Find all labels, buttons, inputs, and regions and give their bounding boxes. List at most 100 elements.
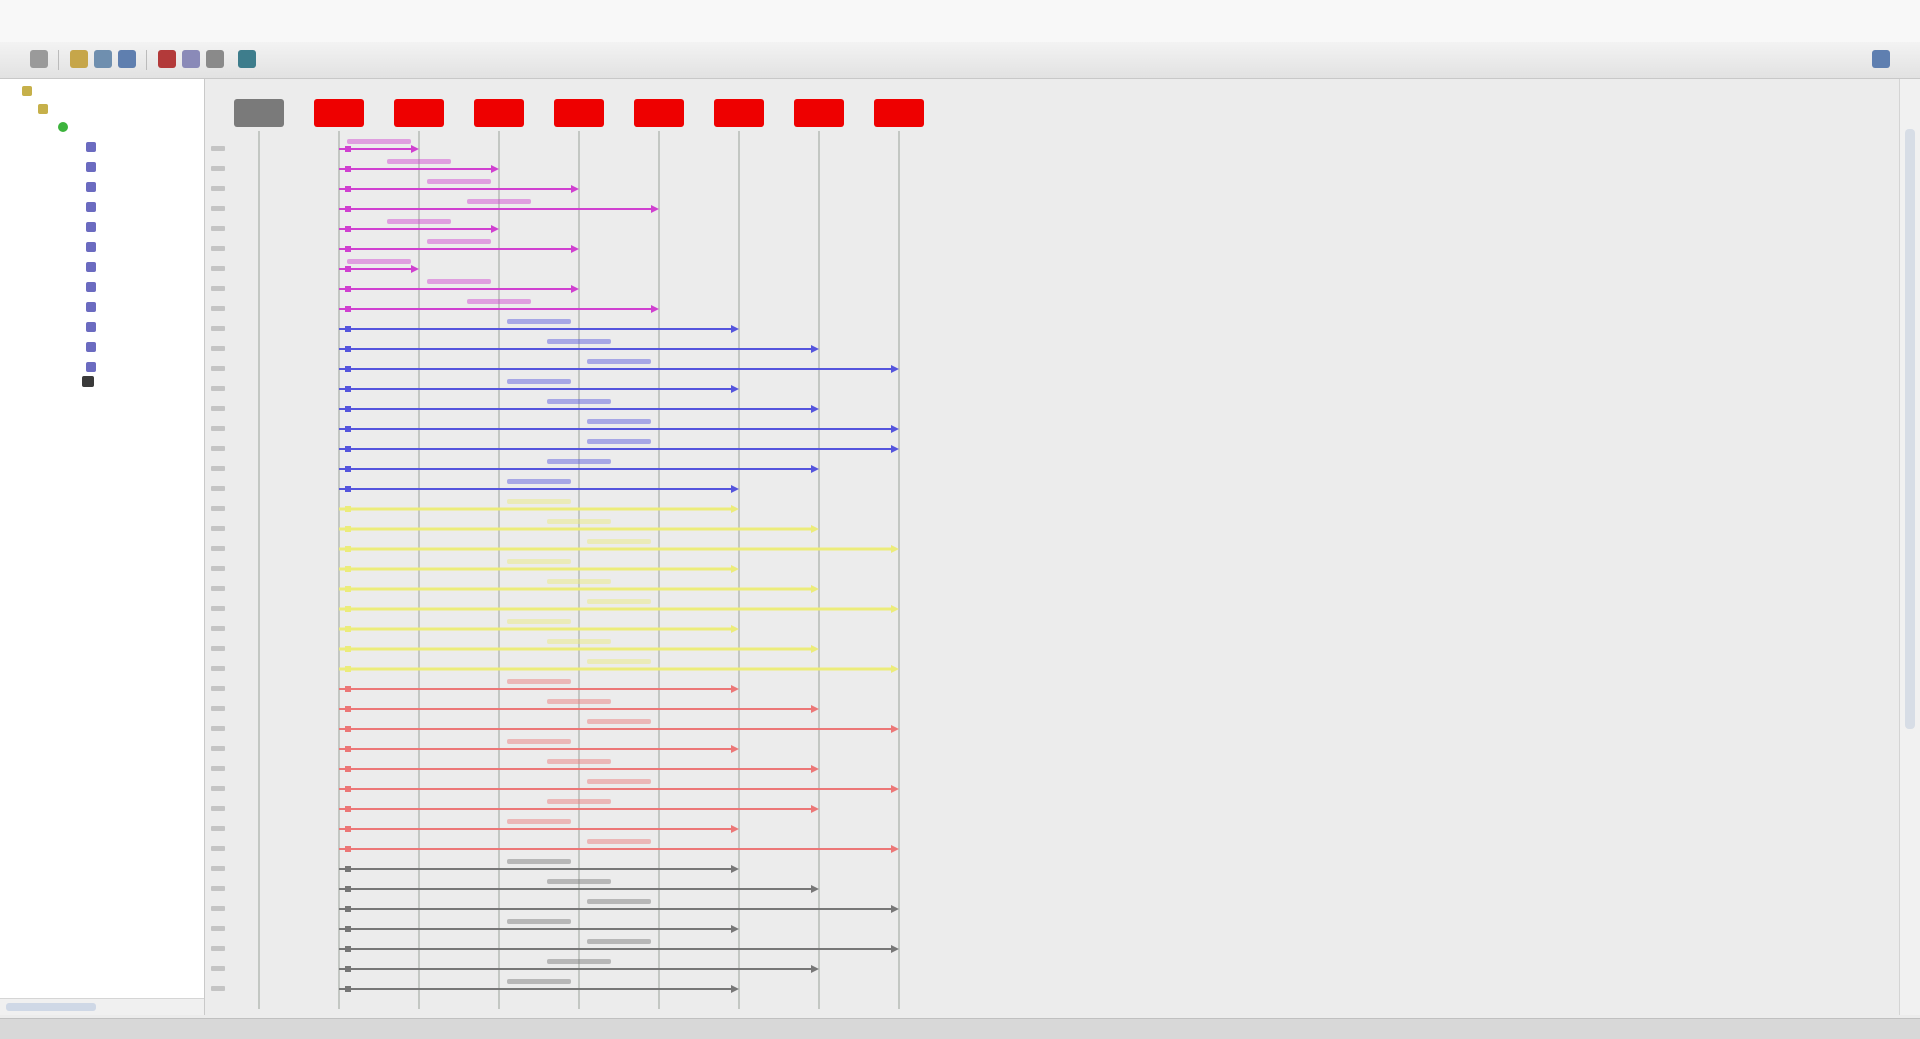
participant-header[interactable] <box>794 99 844 127</box>
message-label <box>387 159 451 164</box>
tree-item[interactable] <box>86 341 101 357</box>
row-number <box>211 226 225 231</box>
message-label <box>547 799 611 804</box>
message-start-marker <box>345 246 351 252</box>
pause-icon[interactable] <box>182 50 200 68</box>
message-start-marker <box>345 426 351 432</box>
row-number <box>211 986 225 991</box>
arrow-head <box>891 425 899 433</box>
message-label <box>427 239 491 244</box>
print-icon[interactable] <box>118 50 136 68</box>
folder-icon[interactable] <box>70 50 88 68</box>
tree-item[interactable] <box>86 161 101 177</box>
folder-icon <box>22 86 32 96</box>
diagram-vertical-scrollbar[interactable] <box>1899 79 1920 1015</box>
user-icon[interactable] <box>1872 50 1890 68</box>
row-number <box>211 366 225 371</box>
scrollbar-thumb[interactable] <box>1905 129 1915 729</box>
row-number <box>211 966 225 971</box>
row-number <box>211 446 225 451</box>
tree-item[interactable] <box>86 221 101 237</box>
message-start-marker <box>345 226 351 232</box>
stop-icon[interactable] <box>158 50 176 68</box>
message-start-marker <box>345 926 351 932</box>
row-number <box>211 266 225 271</box>
tree-child[interactable] <box>38 103 53 119</box>
scrollbar-thumb[interactable] <box>6 1003 96 1011</box>
message-label <box>467 199 531 204</box>
message-label <box>587 899 651 904</box>
participant-header[interactable] <box>554 99 604 127</box>
arrow-head <box>731 325 739 333</box>
message-icon <box>86 162 96 172</box>
message-start-marker <box>345 266 351 272</box>
message-icon <box>86 182 96 192</box>
settings-icon[interactable] <box>206 50 224 68</box>
message-label <box>587 599 651 604</box>
message-start-marker <box>345 546 351 552</box>
message-label <box>587 359 651 364</box>
export-icon[interactable] <box>238 50 256 68</box>
tree-item[interactable] <box>86 181 101 197</box>
message-label <box>507 379 571 384</box>
arrow-head <box>811 965 819 973</box>
tree-item-selected[interactable] <box>82 374 94 390</box>
message-label <box>507 859 571 864</box>
arrow-head <box>651 205 659 213</box>
row-number <box>211 526 225 531</box>
arrow-head <box>411 145 419 153</box>
message-start-marker <box>345 666 351 672</box>
row-number <box>211 886 225 891</box>
tree-item[interactable] <box>86 301 101 317</box>
participant-header[interactable] <box>874 99 924 127</box>
save-icon[interactable] <box>94 50 112 68</box>
message-label <box>427 179 491 184</box>
message-label <box>547 579 611 584</box>
arrow-head <box>891 605 899 613</box>
tree-item[interactable] <box>86 141 101 157</box>
tree-item[interactable] <box>86 261 101 277</box>
actor-header[interactable] <box>234 99 284 127</box>
tree-item[interactable] <box>86 241 101 257</box>
arrow-head <box>811 705 819 713</box>
participant-header[interactable] <box>394 99 444 127</box>
participant-header[interactable] <box>714 99 764 127</box>
message-start-marker <box>345 866 351 872</box>
row-number <box>211 666 225 671</box>
row-number <box>211 486 225 491</box>
message-label <box>547 759 611 764</box>
participant-header[interactable] <box>474 99 524 127</box>
message-icon <box>86 242 96 252</box>
tree-session[interactable] <box>58 121 73 137</box>
participant-header[interactable] <box>314 99 364 127</box>
message-start-marker <box>345 786 351 792</box>
message-label <box>507 499 571 504</box>
message-start-marker <box>345 806 351 812</box>
participant-header[interactable] <box>634 99 684 127</box>
arrow-head <box>891 905 899 913</box>
tree-item[interactable] <box>86 321 101 337</box>
row-number <box>211 426 225 431</box>
back-icon[interactable] <box>30 50 48 68</box>
row-number <box>211 866 225 871</box>
message-label <box>547 639 611 644</box>
folder-icon <box>38 104 48 114</box>
row-number <box>211 846 225 851</box>
row-number <box>211 566 225 571</box>
sidebar-horizontal-scrollbar[interactable] <box>0 998 204 1015</box>
message-label <box>587 659 651 664</box>
row-number <box>211 346 225 351</box>
row-number <box>211 586 225 591</box>
tree-root[interactable] <box>22 85 37 101</box>
message-label <box>547 459 611 464</box>
message-start-marker <box>345 166 351 172</box>
arrow-head <box>571 285 579 293</box>
tree-item[interactable] <box>86 281 101 297</box>
tree-selected-label <box>82 376 94 387</box>
arrow-head <box>811 585 819 593</box>
arrow-head <box>731 685 739 693</box>
message-start-marker <box>345 626 351 632</box>
message-start-marker <box>345 186 351 192</box>
tree-item[interactable] <box>86 201 101 217</box>
arrow-head <box>811 465 819 473</box>
